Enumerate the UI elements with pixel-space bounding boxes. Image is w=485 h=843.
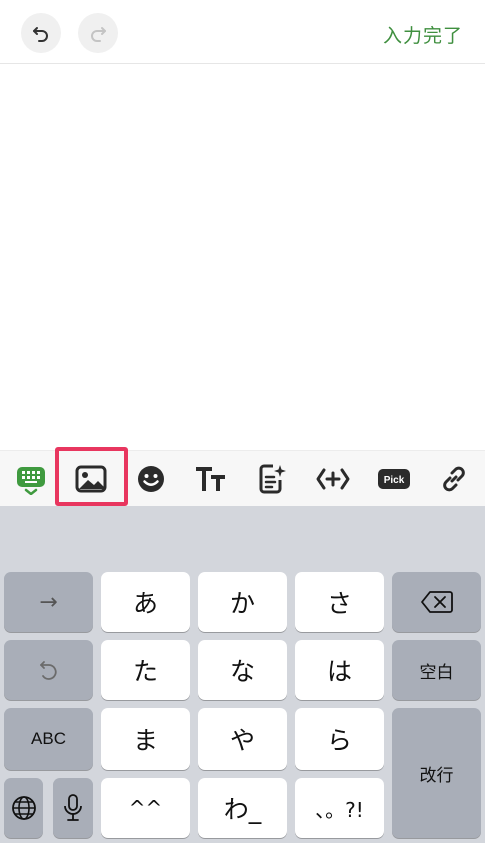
globe-key[interactable] xyxy=(4,778,43,838)
insert-link-button[interactable] xyxy=(434,459,474,499)
japanese-keyboard: → ABC あ か さ た な は ま や ら ^^ わ_ 、。?! 空白 改行 xyxy=(0,506,485,843)
text-style-button[interactable] xyxy=(191,459,231,499)
code-block-button[interactable] xyxy=(313,459,353,499)
enter-key[interactable]: 改行 xyxy=(392,708,481,838)
redo-button[interactable] xyxy=(78,13,118,53)
emoji-button[interactable] xyxy=(131,459,171,499)
pick-icon: Pick xyxy=(378,469,410,489)
pick-label: Pick xyxy=(384,475,405,486)
ai-note-icon xyxy=(259,464,286,494)
redo-icon xyxy=(91,27,106,42)
kana-key-ra[interactable]: ら xyxy=(295,708,384,770)
keyboard-toggle-button[interactable] xyxy=(11,459,51,499)
ai-note-button[interactable] xyxy=(252,459,292,499)
arrow-key[interactable]: → xyxy=(4,572,93,632)
undo-icon xyxy=(39,661,57,680)
keyboard-icon xyxy=(17,467,45,495)
mic-key[interactable] xyxy=(53,778,93,838)
pick-button[interactable]: Pick xyxy=(374,459,414,499)
image-button-highlight xyxy=(55,447,128,506)
top-bar: 入力完了 xyxy=(0,0,485,64)
undo-icon xyxy=(33,27,48,42)
undo-key[interactable] xyxy=(4,640,93,700)
kana-key-ya[interactable]: や xyxy=(198,708,287,770)
kana-key-wa[interactable]: わ_ xyxy=(198,778,287,838)
mic-icon xyxy=(64,794,82,821)
kana-key-ka[interactable]: か xyxy=(198,572,287,632)
backspace-icon xyxy=(420,591,453,613)
kana-key-ma[interactable]: ま xyxy=(101,708,190,770)
backspace-key[interactable] xyxy=(392,572,481,632)
code-icon xyxy=(316,468,350,490)
kana-key-sa[interactable]: さ xyxy=(295,572,384,632)
done-button[interactable]: 入力完了 xyxy=(383,21,463,48)
text-editor-area[interactable] xyxy=(0,64,485,450)
space-key[interactable]: 空白 xyxy=(392,640,481,700)
kana-key-ha[interactable]: は xyxy=(295,640,384,700)
globe-icon xyxy=(11,796,36,820)
kana-key-a[interactable]: あ xyxy=(101,572,190,632)
kana-key-punctuation[interactable]: 、。?! xyxy=(295,778,384,838)
kana-key-na[interactable]: な xyxy=(198,640,287,700)
link-icon xyxy=(443,466,465,492)
undo-button[interactable] xyxy=(21,13,61,53)
kana-key-ta[interactable]: た xyxy=(101,640,190,700)
emoji-icon xyxy=(138,466,164,492)
kana-key-dakuten[interactable]: ^^ xyxy=(101,778,190,838)
abc-key[interactable]: ABC xyxy=(4,708,93,770)
text-style-icon xyxy=(196,467,225,491)
